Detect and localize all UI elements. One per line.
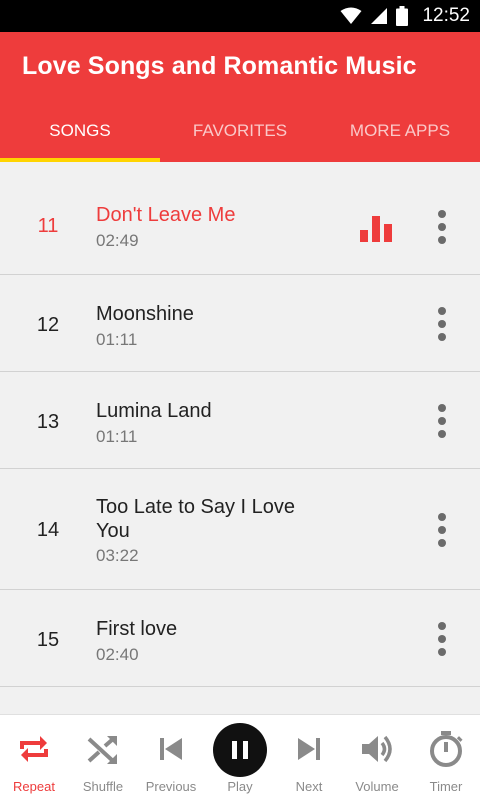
wifi-icon [340,7,362,24]
repeat-button[interactable]: Repeat [0,715,68,800]
tab-songs[interactable]: SONGS [0,100,160,162]
song-more-menu-icon[interactable] [430,622,454,656]
song-more-menu-icon[interactable] [430,513,454,547]
skip-previous-icon [160,738,182,760]
timer-label: Timer [429,779,463,794]
now-playing-equalizer-icon [360,216,393,242]
tab-more-apps[interactable]: MORE APPS [320,100,480,162]
song-duration: 02:40 [96,645,139,664]
song-number: 12 [36,314,60,336]
song-title: Don't Leave Me [96,204,236,226]
song-number: 11 [37,215,59,237]
song-more-menu-icon[interactable] [430,210,454,244]
app-title: Love Songs and Romantic Music [22,52,417,80]
play-label: Play [227,779,253,794]
play-pause-button[interactable]: Play [206,715,274,800]
song-row[interactable]: 15 First love 02:40 [0,590,480,687]
status-time: 12:52 [422,5,470,26]
pause-icon [213,723,267,777]
song-row-playing[interactable]: 11 Don't Leave Me 02:49 [0,162,480,275]
song-more-menu-icon[interactable] [430,404,454,438]
song-duration: 01:11 [96,330,138,349]
playback-controls: Repeat Shuffle Previous Play Next Volume… [0,714,480,800]
skip-next-icon [298,738,320,760]
song-number: 14 [36,519,60,541]
song-list: 11 Don't Leave Me 02:49 12 Moonshine 01:… [0,162,480,714]
previous-button[interactable]: Previous [137,715,205,800]
song-duration: 03:22 [96,546,139,565]
volume-button[interactable]: Volume [343,715,411,800]
song-row[interactable]: 13 Lumina Land 01:11 [0,372,480,469]
song-number: 15 [36,629,60,651]
volume-label: Volume [355,779,399,794]
song-row[interactable]: 12 Moonshine 01:11 [0,275,480,372]
song-number: 13 [36,411,60,433]
song-title: First love [96,618,178,640]
timer-button[interactable]: Timer [412,715,480,800]
repeat-icon [20,736,48,762]
shuffle-icon [87,736,117,764]
next-button[interactable]: Next [275,715,343,800]
song-title: Lumina Land [96,400,212,422]
song-more-menu-icon[interactable] [430,307,454,341]
tab-favorites[interactable]: FAVORITES [160,100,320,162]
status-bar: 12:52 [0,0,480,32]
next-label: Next [295,779,323,794]
battery-icon [396,6,409,26]
app-bar: Love Songs and Romantic Music SONGS FAVO… [0,32,480,162]
timer-icon [430,731,463,767]
volume-icon [362,735,392,763]
song-row[interactable]: 14 Too Late to Say I Love You 03:22 [0,469,480,590]
signal-icon [371,8,388,24]
shuffle-label: Shuffle [82,779,124,794]
shuffle-button[interactable]: Shuffle [69,715,137,800]
tab-bar: SONGS FAVORITES MORE APPS [0,100,480,162]
song-duration: 02:49 [96,231,139,250]
repeat-label: Repeat [13,779,55,794]
song-duration: 01:11 [96,427,138,446]
status-icons [340,6,409,26]
previous-label: Previous [145,779,197,794]
song-title: Too Late to Say I Love You [96,496,296,542]
song-title: Moonshine [96,303,194,325]
